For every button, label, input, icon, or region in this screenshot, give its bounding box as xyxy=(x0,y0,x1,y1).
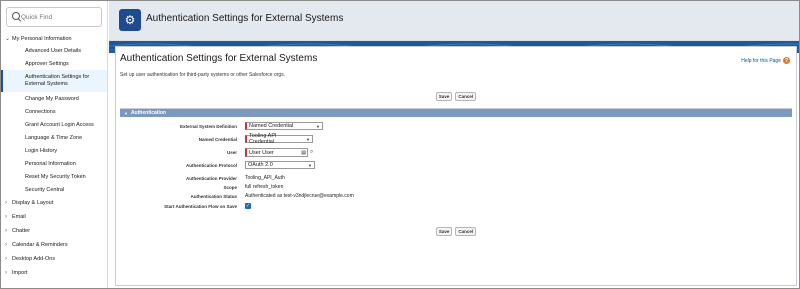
user-input[interactable]: User User ▤ xyxy=(245,148,308,157)
nav-group-label: Chatter xyxy=(12,228,31,234)
nav-group-calendar-reminders[interactable]: › Calendar & Reminders xyxy=(1,238,107,252)
field-row-status: Authentication Status Authenticated as t… xyxy=(120,193,354,199)
protocol-label: Authentication Protocol xyxy=(186,162,237,168)
search-icon xyxy=(12,12,20,22)
protocol-selected-value: OAuth 2.0 xyxy=(248,162,273,168)
nav-group-import[interactable]: › Import xyxy=(1,266,107,280)
chevron-right-icon: › xyxy=(5,200,7,206)
chevron-right-icon: › xyxy=(5,228,7,234)
nc-selected-value: Tooling API Credential xyxy=(249,133,277,145)
start-flow-label: Start Authentication Flow on Save xyxy=(164,203,237,209)
dropdown-arrow-icon: ▼ xyxy=(316,123,320,129)
nav-group-personal-information[interactable]: ⌄ My Personal Information xyxy=(1,33,107,44)
protocol-select[interactable]: OAuth 2.0 ▼ xyxy=(245,161,315,169)
lookup-card-icon: ▤ xyxy=(301,149,306,156)
page-header: ⚙ Authentication Settings for External S… xyxy=(109,1,799,41)
scope-value: full refresh_token xyxy=(245,184,284,190)
field-row-protocol: Authentication Protocol OAuth 2.0 ▼ xyxy=(120,161,315,169)
checkmark-icon: ✓ xyxy=(245,203,251,209)
cancel-button-top[interactable]: Cancel xyxy=(455,92,477,101)
lookup-search-icon[interactable]: ⌕ xyxy=(310,149,313,156)
nc-label: Named Credential xyxy=(198,136,237,142)
page-title: Authentication Settings for External Sys… xyxy=(120,53,318,64)
field-row-provider: Authentication Provider Tooling_API_Auth xyxy=(120,175,285,181)
user-value: User User xyxy=(249,149,274,156)
quick-find-box[interactable] xyxy=(6,7,102,27)
esd-label: External System Definition xyxy=(179,123,237,129)
nav-item-grant-login-access[interactable]: Grant Account Login Access xyxy=(1,118,107,131)
save-button-top[interactable]: Save xyxy=(435,92,453,101)
nav-group-label: My Personal Information xyxy=(12,35,72,42)
section-header[interactable]: ▼ Authentication xyxy=(120,109,792,117)
nav-item-login-history[interactable]: Login History xyxy=(1,144,107,157)
nav-item-reset-security-token[interactable]: Reset My Security Token xyxy=(1,170,107,183)
provider-label: Authentication Provider xyxy=(185,175,237,181)
field-row-esd: External System Definition Named Credent… xyxy=(120,122,323,130)
provider-value: Tooling_API_Auth xyxy=(245,175,285,181)
bottom-button-row: Save Cancel xyxy=(116,227,796,236)
user-label: User xyxy=(226,150,237,155)
dropdown-arrow-icon: ▼ xyxy=(306,136,310,142)
cancel-button-bottom[interactable]: Cancel xyxy=(455,227,477,236)
nav-item-auth-settings-external[interactable]: Authentication Settings for External Sys… xyxy=(1,70,107,92)
section-title: Authentication xyxy=(130,110,166,116)
setup-sidebar: ⌄ My Personal Information Advanced User … xyxy=(1,1,108,288)
chevron-down-icon: ⌄ xyxy=(5,36,11,42)
chevron-right-icon: › xyxy=(5,214,7,220)
status-value: Authenticated as test-v3ndjlecrue@exampl… xyxy=(245,193,354,199)
nav-group-display-layout[interactable]: › Display & Layout xyxy=(1,196,107,210)
main-content: Authentication Settings for External Sys… xyxy=(115,46,797,286)
nav-group-label: Display & Layout xyxy=(12,200,54,206)
nav-group-desktop-addons[interactable]: › Desktop Add-Ons xyxy=(1,252,107,266)
named-credential-select[interactable]: Tooling API Credential ▼ xyxy=(245,133,313,145)
chevron-right-icon: › xyxy=(5,256,7,262)
user-lookup: User User ▤ ⌕ xyxy=(245,148,313,157)
save-button-bottom[interactable]: Save xyxy=(435,227,453,236)
esd-select[interactable]: Named Credential ▼ xyxy=(245,122,323,130)
nav-item-connections[interactable]: Connections xyxy=(1,105,107,118)
help-link[interactable]: Help for this Page ? xyxy=(741,57,790,64)
status-label: Authentication Status xyxy=(190,193,237,199)
nav-group-chatter[interactable]: › Chatter xyxy=(1,224,107,238)
nav-item-advanced-user-details[interactable]: Advanced User Details xyxy=(1,44,107,57)
nav-item-approver-settings[interactable]: Approver Settings xyxy=(1,57,107,70)
collapse-triangle-icon: ▼ xyxy=(124,110,128,116)
chevron-right-icon: › xyxy=(5,270,7,276)
scope-label: Scope xyxy=(223,184,237,190)
field-row-user: User User User ▤ ⌕ xyxy=(120,148,313,157)
nav-group-email[interactable]: › Email xyxy=(1,210,107,224)
page-subtitle: Set up user authentication for third-par… xyxy=(120,72,286,78)
esd-selected-value: Named Credential xyxy=(249,123,294,129)
field-row-start-flow: Start Authentication Flow on Save ✓ xyxy=(120,203,251,209)
nav-item-language-time-zone[interactable]: Language & Time Zone xyxy=(1,131,107,144)
nav-item-change-password[interactable]: Change My Password xyxy=(1,92,107,105)
field-row-scope: Scope full refresh_token xyxy=(120,184,283,190)
nav-group-label: Email xyxy=(12,214,26,220)
nav-group-label: Import xyxy=(12,270,28,276)
header-title: Authentication Settings for External Sys… xyxy=(146,13,344,24)
authentication-section: ▼ Authentication External System Definit… xyxy=(120,108,792,233)
help-icon: ? xyxy=(783,57,790,64)
gear-icon: ⚙ xyxy=(119,9,141,31)
nav-item-personal-information[interactable]: Personal Information xyxy=(1,157,107,170)
chevron-right-icon: › xyxy=(5,242,7,248)
start-flow-checkbox[interactable]: ✓ xyxy=(245,203,251,209)
nav-group-label: Calendar & Reminders xyxy=(12,242,68,248)
quick-find-input[interactable] xyxy=(21,13,101,21)
nav-item-security-central[interactable]: Security Central xyxy=(1,183,107,196)
field-row-named-credential: Named Credential Tooling API Credential … xyxy=(120,133,313,145)
dropdown-arrow-icon: ▼ xyxy=(308,162,312,168)
nav-group-label: Desktop Add-Ons xyxy=(12,256,56,262)
help-link-label: Help for this Page xyxy=(741,57,781,64)
top-button-row: Save Cancel xyxy=(116,92,796,101)
